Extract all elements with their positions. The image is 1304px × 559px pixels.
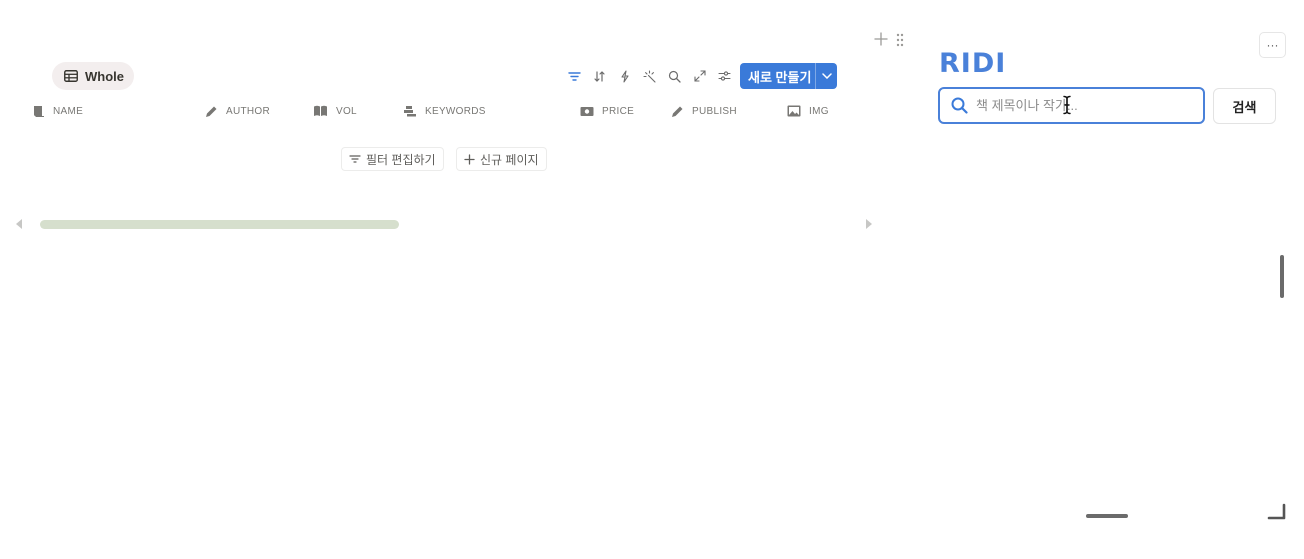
ai-icon[interactable] [637, 66, 662, 86]
ridi-logo: RIDI [939, 48, 1007, 79]
table-icon [64, 70, 78, 82]
resize-handle[interactable] [1086, 514, 1128, 518]
filter-icon [349, 155, 361, 163]
pen-icon [672, 106, 683, 117]
new-page-label: 신규 페이지 [480, 152, 539, 167]
plus-icon [464, 153, 475, 165]
new-button[interactable]: 새로 만들기 [740, 63, 837, 89]
column-header-author[interactable]: AUTHOR [205, 102, 270, 120]
column-header-label: IMG [809, 105, 829, 117]
filter-icon[interactable] [562, 66, 587, 86]
column-header-vol[interactable]: VOL [313, 102, 357, 120]
column-header-keywords[interactable]: KEYWORDS [403, 102, 486, 120]
column-header-publish[interactable]: PUBLISH [671, 102, 737, 120]
horizontal-scrollbar-thumb[interactable] [40, 220, 399, 229]
open-book-icon [314, 105, 327, 116]
column-header-img[interactable]: IMG [787, 102, 829, 120]
money-icon [580, 106, 594, 116]
column-header-label: NAME [53, 105, 84, 117]
more-options-button[interactable]: ··· [1259, 32, 1286, 58]
column-header-label: PRICE [602, 105, 635, 117]
scroll-left-arrow-icon[interactable] [16, 219, 22, 229]
chevron-down-icon[interactable] [816, 73, 837, 79]
search-icon[interactable] [662, 66, 687, 86]
column-header-label: VOL [336, 105, 357, 117]
pen-icon [206, 106, 217, 117]
column-header-price[interactable]: PRICE [580, 102, 634, 120]
search-button[interactable]: 검색 [1213, 88, 1276, 124]
scroll-right-arrow-icon[interactable] [866, 219, 872, 229]
settings-icon[interactable] [712, 66, 737, 86]
search-button-label: 검색 [1232, 99, 1257, 115]
text-cursor-icon [1062, 95, 1072, 120]
view-tab-label: Whole [85, 68, 124, 84]
search-input[interactable] [976, 98, 1196, 113]
column-header-label: KEYWORDS [425, 105, 486, 117]
edit-filter-button[interactable]: 필터 편집하기 [341, 147, 444, 171]
book-icon [34, 105, 44, 117]
new-button-label: 새로 만들기 [748, 69, 812, 85]
search-icon [951, 97, 968, 114]
column-header-label: AUTHOR [226, 105, 271, 117]
drag-handle-icon[interactable] [896, 33, 904, 52]
vertical-scrollbar-thumb[interactable] [1280, 255, 1284, 298]
database-toolbar [562, 66, 737, 86]
expand-icon[interactable] [687, 66, 712, 86]
sort-icon[interactable] [587, 66, 612, 86]
add-block-icon[interactable] [874, 32, 888, 51]
new-page-button[interactable]: 신규 페이지 [456, 147, 547, 171]
edit-filter-label: 필터 편집하기 [366, 152, 436, 167]
image-icon [787, 105, 801, 117]
view-tab-whole[interactable]: Whole [52, 62, 134, 90]
column-header-label: PUBLISH [692, 105, 737, 117]
stack-icon [404, 106, 416, 117]
automation-icon[interactable] [612, 66, 637, 86]
more-icon: ··· [1266, 38, 1279, 52]
resize-corner-icon[interactable] [1267, 503, 1287, 526]
column-header-name[interactable]: NAME [33, 102, 83, 120]
